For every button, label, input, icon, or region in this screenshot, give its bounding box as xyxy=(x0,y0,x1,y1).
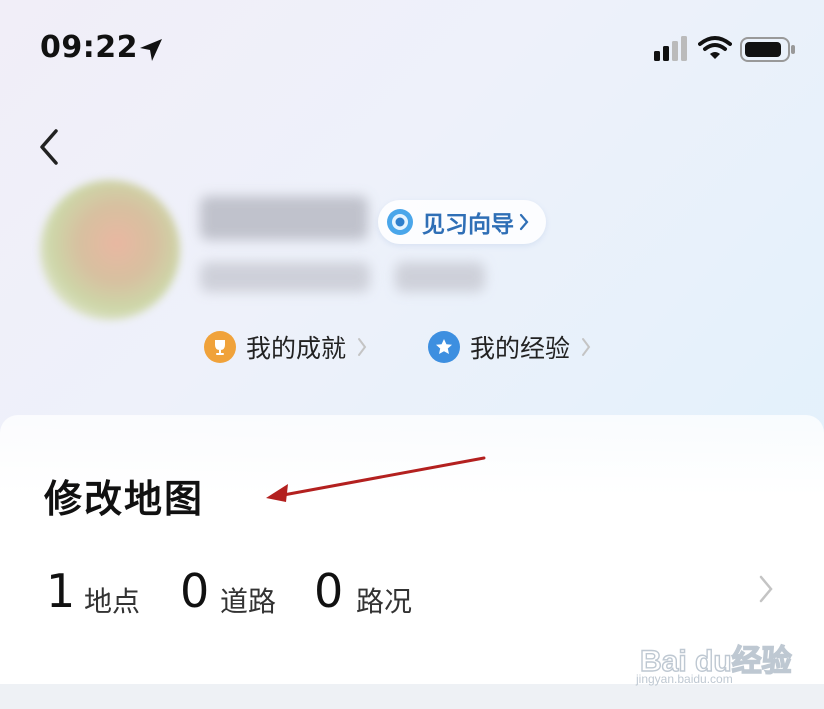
my-achievements-label: 我的成就 xyxy=(246,334,347,363)
roads-label: 道路 xyxy=(220,585,277,618)
signal-icon xyxy=(654,36,687,61)
chevron-right-icon xyxy=(582,338,591,356)
back-chevron-icon xyxy=(40,129,58,165)
places-label: 地点 xyxy=(84,585,141,618)
back-button[interactable] xyxy=(32,125,68,169)
watermark-url: jingyan.baidu.com xyxy=(636,672,733,686)
eye-icon xyxy=(387,209,413,235)
chevron-right-icon xyxy=(358,338,367,356)
battery-icon xyxy=(740,37,795,62)
my-achievements-link[interactable]: 我的成就 xyxy=(204,327,368,367)
status-bar: 09:22 xyxy=(0,0,824,100)
baidu-jingyan-watermark: Bai du经验 jingyan.baidu.com xyxy=(632,618,792,690)
guide-level-label: 见习向导 xyxy=(422,212,514,238)
annotation-arrow xyxy=(266,456,486,502)
status-time: 09:22 xyxy=(40,30,138,65)
edit-map-title: 修改地图 xyxy=(44,477,205,521)
trophy-icon xyxy=(204,331,236,363)
user-info-redacted xyxy=(395,262,485,292)
user-info-redacted xyxy=(200,262,370,292)
my-experience-link[interactable]: 我的经验 xyxy=(428,327,592,367)
location-arrow-icon xyxy=(140,39,162,61)
traffic-count: 0 xyxy=(314,564,344,618)
traffic-label: 路况 xyxy=(356,585,413,618)
roads-count: 0 xyxy=(180,564,210,618)
chevron-right-icon xyxy=(759,575,773,603)
wifi-icon xyxy=(698,36,732,59)
username-redacted xyxy=(200,196,368,240)
star-icon xyxy=(428,331,460,363)
my-experience-label: 我的经验 xyxy=(470,334,571,363)
avatar[interactable] xyxy=(40,180,180,320)
chevron-right-icon xyxy=(519,213,529,231)
places-count: 1 xyxy=(46,564,76,618)
guide-level-badge[interactable]: 见习向导 xyxy=(378,200,546,244)
